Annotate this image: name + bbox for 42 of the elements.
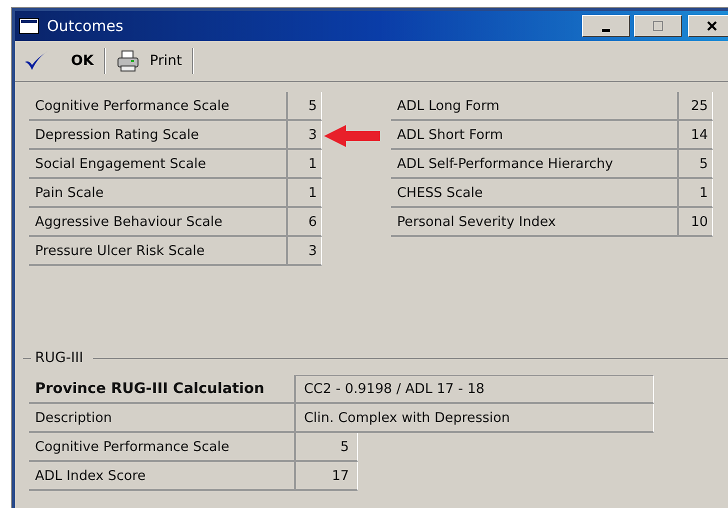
scale-label: Personal Severity Index <box>391 208 677 237</box>
scale-value: 25 <box>677 92 713 121</box>
scale-value: 1 <box>677 179 713 208</box>
scale-value: 1 <box>286 150 322 179</box>
field-label: Province RUG-III Calculation <box>29 375 294 404</box>
field-label: Description <box>29 404 294 433</box>
scale-label: ADL Long Form <box>391 92 677 121</box>
scale-value: 1 <box>286 179 322 208</box>
maximize-button[interactable] <box>634 15 682 37</box>
scale-label: ADL Self-Performance Hierarchy <box>391 150 677 179</box>
group-title: RUG-III <box>35 350 84 366</box>
scale-value: 14 <box>677 121 713 150</box>
ok-button[interactable]: OK <box>21 44 104 78</box>
scale-label: Aggressive Behaviour Scale <box>29 208 286 237</box>
scale-value: 6 <box>286 208 322 237</box>
scale-value: 5 <box>286 92 322 121</box>
window-icon <box>19 18 39 34</box>
field-value: 17 <box>294 462 358 491</box>
printer-icon <box>116 50 140 72</box>
field-label: Cognitive Performance Scale <box>29 433 294 462</box>
close-icon <box>706 20 718 32</box>
maximize-icon <box>652 20 664 32</box>
scale-label: Pressure Ulcer Risk Scale <box>29 237 286 266</box>
print-button[interactable]: Print <box>114 44 192 78</box>
scale-label: Cognitive Performance Scale <box>29 92 286 121</box>
scale-label: CHESS Scale <box>391 179 677 208</box>
scale-value: 3 <box>286 237 322 266</box>
scale-label: Social Engagement Scale <box>29 150 286 179</box>
scale-value: 10 <box>677 208 713 237</box>
scale-label: Depression Rating Scale <box>29 121 286 150</box>
scale-label: ADL Short Form <box>391 121 677 150</box>
scale-label: Pain Scale <box>29 179 286 208</box>
close-button[interactable] <box>688 15 728 37</box>
window-title: Outcomes <box>47 17 124 35</box>
scale-value: 3 <box>286 121 322 150</box>
scale-value: 5 <box>677 150 713 179</box>
field-value: Clin. Complex with Depression <box>294 404 654 433</box>
minimize-icon <box>602 28 610 32</box>
field-label: ADL Index Score <box>29 462 294 491</box>
minimize-button[interactable] <box>582 15 630 37</box>
field-value: 5 <box>294 433 358 462</box>
field-value: CC2 - 0.9198 / ADL 17 - 18 <box>294 375 654 404</box>
